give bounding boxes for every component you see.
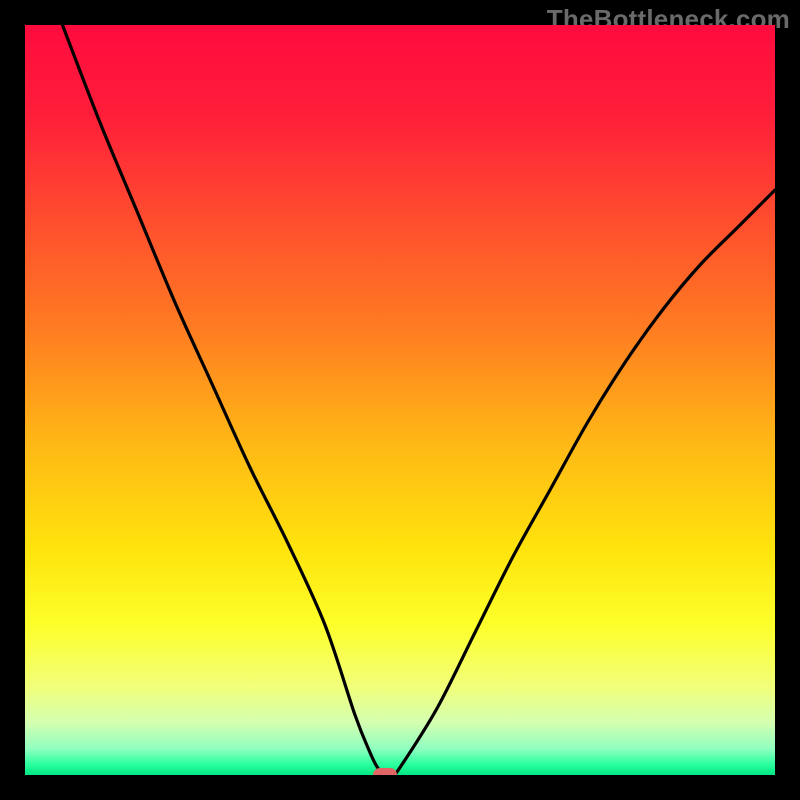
- plot-background: [25, 25, 775, 775]
- bottleneck-chart: [25, 25, 775, 775]
- optimum-marker: [373, 768, 397, 775]
- chart-frame: TheBottleneck.com: [0, 0, 800, 800]
